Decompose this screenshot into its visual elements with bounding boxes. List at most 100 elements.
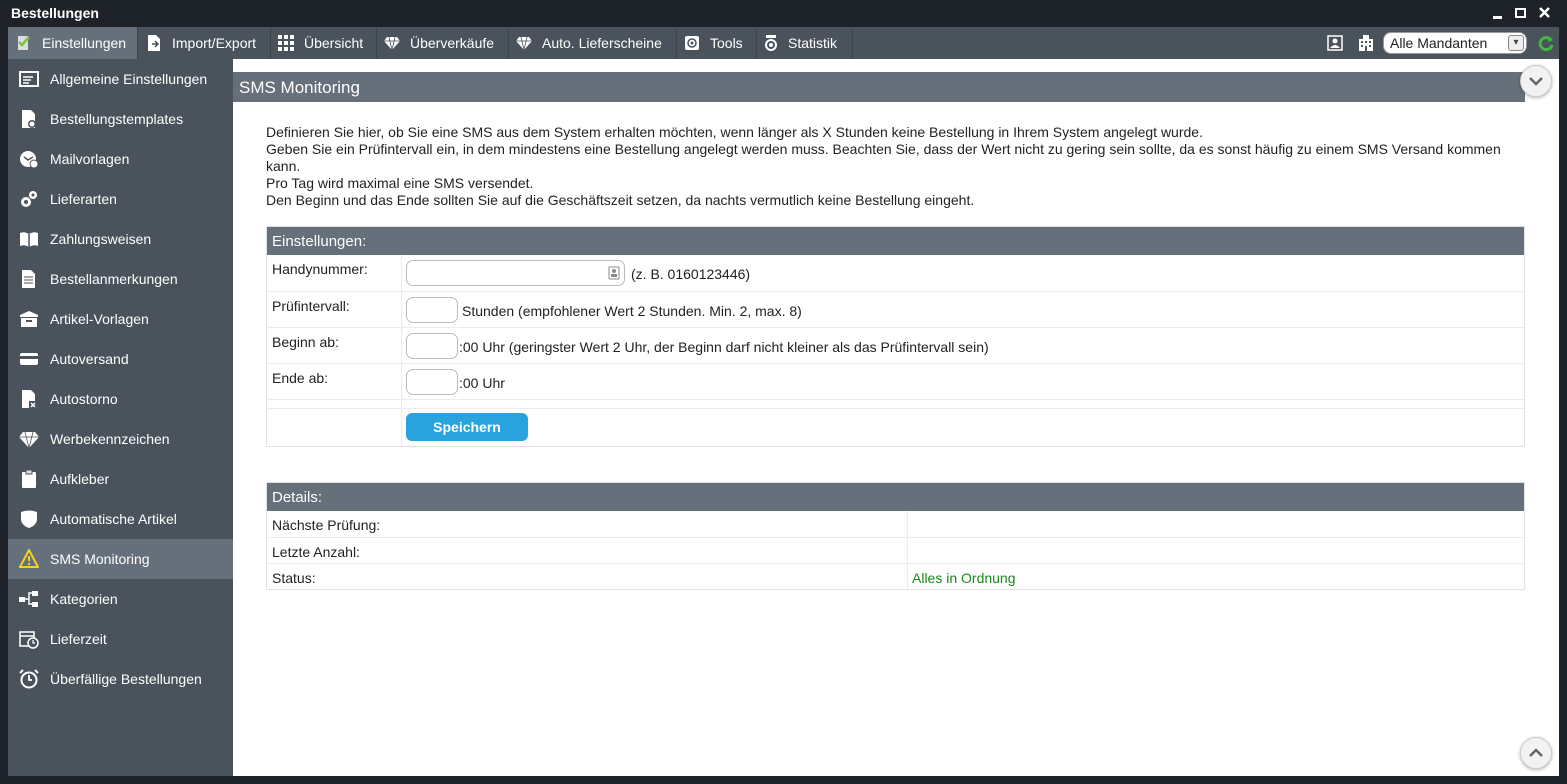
tab-einstellungen[interactable]: Einstellungen xyxy=(8,27,138,59)
document-icon xyxy=(22,270,35,288)
begin-input[interactable] xyxy=(406,333,458,359)
clipboard-icon xyxy=(22,469,36,488)
tools-icon xyxy=(685,36,699,50)
book-icon xyxy=(20,232,38,247)
chevron-down-icon xyxy=(1529,77,1543,86)
mail-template-icon xyxy=(20,151,39,169)
phone-label: Handynummer: xyxy=(272,261,368,277)
settings-heading: Einstellungen: xyxy=(267,227,1524,255)
sidebar-item-autoversand[interactable]: Autoversand xyxy=(8,339,233,379)
settings-panel: Einstellungen: Handynummer: (z. B. 01601… xyxy=(266,226,1525,447)
begin-row: Beginn ab: :00 Uhr (geringster Wert 2 Uh… xyxy=(267,327,1524,363)
details-label: Status: xyxy=(272,570,316,586)
alarm-clock-icon xyxy=(19,669,39,689)
grid-icon xyxy=(278,35,294,51)
sidebar-item-mailvorlagen[interactable]: Mailvorlagen xyxy=(8,139,233,179)
close-button[interactable] xyxy=(1536,4,1554,22)
begin-label: Beginn ab: xyxy=(272,334,339,350)
intro-line: Den Beginn und das Ende sollten Sie auf … xyxy=(266,192,975,208)
sidebar-item-sms-monitoring[interactable]: SMS Monitoring xyxy=(8,539,233,579)
sidebar-item-bestellungstemplates[interactable]: Bestellungstemplates xyxy=(8,99,233,139)
sidebar-item-zahlungsweisen[interactable]: Zahlungsweisen xyxy=(8,219,233,259)
tab-statistik[interactable]: Statistik xyxy=(757,27,853,59)
mandant-select-value: Alle Mandanten xyxy=(1390,35,1488,51)
sidebar-item-label: Autoversand xyxy=(50,351,129,367)
tab-ueberverkaeufe[interactable]: Überverkäufe xyxy=(377,27,509,59)
tab-tools[interactable]: Tools xyxy=(677,27,757,59)
sidebar-item-label: Werbekennzeichen xyxy=(50,431,170,447)
sidebar-item-automatische-artikel[interactable]: Automatische Artikel xyxy=(8,499,233,539)
details-label: Nächste Prüfung: xyxy=(272,517,381,533)
tree-icon xyxy=(19,591,38,607)
sidebar-item-aufkleber[interactable]: Aufkleber xyxy=(8,459,233,499)
interval-row: Prüfintervall: Stunden (empfohlener Wert… xyxy=(267,291,1524,327)
sidebar-item-label: Artikel-Vorlagen xyxy=(50,311,149,327)
tab-label: Einstellungen xyxy=(42,35,127,51)
tab-uebersicht[interactable]: Übersicht xyxy=(271,27,377,59)
sidebar-item-kategorien[interactable]: Kategorien xyxy=(8,579,233,619)
details-panel: Details: Nächste Prüfung: Letzte Anzahl:… xyxy=(266,482,1525,590)
tab-label: Auto. Lieferscheine xyxy=(542,35,662,51)
sidebar-item-label: SMS Monitoring xyxy=(50,551,150,567)
end-row: Ende ab: :00 Uhr xyxy=(267,363,1524,399)
sidebar-item-ueberfaellige-bestellungen[interactable]: Überfällige Bestellungen xyxy=(8,659,233,699)
minimize-button[interactable] xyxy=(1489,4,1507,22)
refresh-icon[interactable] xyxy=(1537,34,1555,52)
begin-hint: :00 Uhr (geringster Wert 2 Uhr, der Begi… xyxy=(459,339,989,355)
sidebar-item-artikel-vorlagen[interactable]: Artikel-Vorlagen xyxy=(8,299,233,339)
card-icon xyxy=(20,353,38,365)
phone-input[interactable] xyxy=(406,260,625,286)
scroll-to-top-button[interactable] xyxy=(1520,737,1552,769)
details-label: Letzte Anzahl: xyxy=(272,544,360,560)
intro-text: Definieren Sie hier, ob Sie eine SMS aus… xyxy=(266,124,1526,209)
sidebar-item-lieferzeit[interactable]: Lieferzeit xyxy=(8,619,233,659)
sidebar-item-label: Autostorno xyxy=(50,391,118,407)
top-toolbar: Einstellungen Import/Export Übersicht Üb… xyxy=(8,27,1559,59)
warning-icon xyxy=(19,549,39,568)
mandant-select[interactable]: Alle Mandanten ▾ xyxy=(1383,32,1527,54)
sidebar-item-label: Kategorien xyxy=(50,591,118,607)
document-arrow-icon xyxy=(148,35,160,51)
save-button[interactable]: Speichern xyxy=(406,413,528,441)
sidebar-item-label: Lieferarten xyxy=(50,191,117,207)
sidebar: Allgemeine Einstellungen Bestellungstemp… xyxy=(8,59,233,776)
sidebar-item-bestellanmerkungen[interactable]: Bestellanmerkungen xyxy=(8,259,233,299)
sidebar-item-label: Allgemeine Einstellungen xyxy=(50,71,208,87)
sidebar-item-werbekennzeichen[interactable]: Werbekennzeichen xyxy=(8,419,233,459)
tab-auto-lieferscheine[interactable]: Auto. Lieferscheine xyxy=(509,27,677,59)
box-icon xyxy=(20,311,38,327)
end-label: Ende ab: xyxy=(272,370,329,386)
maximize-button[interactable] xyxy=(1512,4,1530,22)
diamond-icon xyxy=(19,431,39,449)
chevron-up-icon xyxy=(1529,748,1543,757)
sidebar-item-label: Bestellanmerkungen xyxy=(50,271,178,287)
tab-import-export[interactable]: Import/Export xyxy=(138,27,271,59)
gears-icon xyxy=(21,191,37,207)
main-content: SMS Monitoring Definieren Sie hier, ob S… xyxy=(233,59,1559,776)
sidebar-item-label: Automatische Artikel xyxy=(50,511,177,527)
statistics-icon xyxy=(765,35,777,51)
interval-input[interactable] xyxy=(406,297,458,323)
tab-label: Import/Export xyxy=(172,35,257,51)
window-titlebar: Bestellungen xyxy=(0,0,1567,26)
details-row-letzte-anzahl: Letzte Anzahl: xyxy=(267,537,1524,563)
settings-list-icon xyxy=(19,71,39,87)
intro-line: Geben Sie ein Prüfintervall ein, in dem … xyxy=(266,141,1501,174)
tab-label: Überverkäufe xyxy=(410,35,495,51)
end-input[interactable] xyxy=(406,369,458,395)
checklist-icon xyxy=(18,36,30,50)
sidebar-item-lieferarten[interactable]: Lieferarten xyxy=(8,179,233,219)
details-heading: Details: xyxy=(267,483,1524,511)
user-profile-icon[interactable] xyxy=(1326,34,1344,52)
sidebar-item-autostorno[interactable]: Autostorno xyxy=(8,379,233,419)
sidebar-item-label: Mailvorlagen xyxy=(50,151,130,167)
sidebar-item-allgemeine-einstellungen[interactable]: Allgemeine Einstellungen xyxy=(8,59,233,99)
collapse-button[interactable] xyxy=(1520,65,1552,97)
sidebar-item-label: Lieferzeit xyxy=(50,631,107,647)
sidebar-item-label: Zahlungsweisen xyxy=(50,231,152,247)
tab-label: Übersicht xyxy=(304,35,364,51)
company-building-icon[interactable] xyxy=(1357,34,1375,52)
spacer-row xyxy=(267,399,1524,408)
calendar-clock-icon xyxy=(19,631,39,649)
contact-card-icon xyxy=(608,266,620,280)
